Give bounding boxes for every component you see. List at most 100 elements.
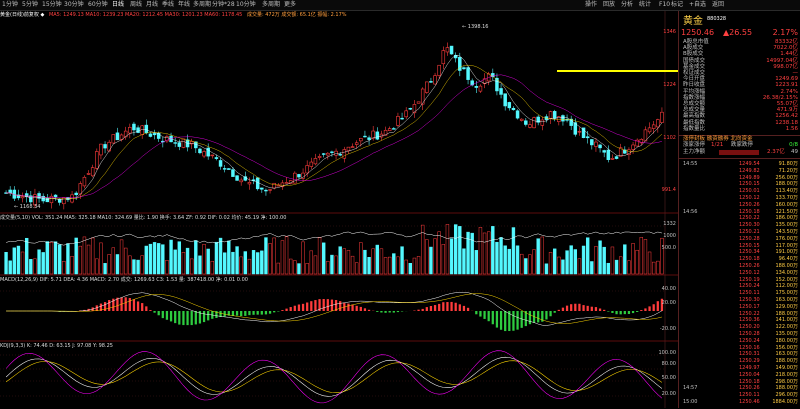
tab-multi-period[interactable]: 多周期 [193, 0, 211, 10]
volume-bar-down [614, 259, 619, 275]
toolbar-operate[interactable]: 操作 [585, 0, 597, 10]
stat-row: 昨日收盘 1223.91 [679, 82, 800, 88]
tick-volume: 180.00万 [775, 337, 799, 344]
candle-up [181, 138, 186, 148]
tab-daily[interactable]: 日线 [112, 0, 124, 10]
tab-weekly[interactable]: 周线 [130, 0, 142, 10]
tick-price: 1250.24 [739, 283, 760, 290]
tick-volume: 96.40万 [778, 256, 798, 263]
tab-10min[interactable]: 10分钟 [236, 0, 256, 10]
tick-volume: 113.40万 [775, 188, 799, 195]
volume-bar-up [49, 242, 54, 275]
top-toolbar: 1分钟 5分钟 15分钟 30分钟 60分钟 日线 周线 月线 季线 年线 多周… [0, 0, 800, 11]
candle-up [433, 75, 437, 85]
candle-up [425, 81, 429, 93]
chart-area[interactable]: 黄金(日线)前复权 ◆ MA5: 1249.13 MA10: 1239.23 M… [0, 11, 678, 408]
volume-bar-down [515, 245, 520, 275]
volume-ma-line [6, 231, 662, 246]
volume-bar-up [189, 258, 194, 275]
volume-bar-down [132, 259, 136, 275]
tick-price: 1250.34 [739, 249, 760, 256]
volume-bar-up [433, 238, 437, 275]
candle-up [284, 182, 289, 184]
tick-row: 1250.36 141.00万 [683, 317, 800, 323]
tick-volume: 135.00万 [775, 222, 799, 229]
tab-15min[interactable]: 15分钟 [42, 0, 62, 10]
candle-down [260, 187, 264, 190]
tab-monthly[interactable]: 月线 [146, 0, 158, 10]
candle-down [173, 142, 177, 144]
tab-60min[interactable]: 60分钟 [88, 0, 108, 10]
tab-30min[interactable]: 30分钟 [64, 0, 84, 10]
volume-bar-up [643, 239, 648, 275]
tab-more[interactable]: 更多 [284, 0, 296, 10]
kline-chart-svg[interactable]: ← 1398.16 ← 1168.34 1346 1224 1102 991.4 1332… [0, 11, 678, 408]
volume-bar-down [573, 249, 578, 275]
tick-price: 1250.16 [739, 344, 760, 351]
candle-up [326, 152, 330, 156]
toolbar-mark[interactable]: 标记 [671, 0, 683, 10]
toolbar-f10[interactable]: F10 [659, 0, 670, 10]
candle-up [309, 161, 314, 167]
tab-minute28[interactable]: 分钟*28 [212, 0, 235, 10]
candle-up [441, 50, 446, 65]
volume-bar-down [503, 245, 507, 275]
stat-value: 14997.04亿 [766, 57, 798, 64]
volume-bar-up [371, 248, 375, 275]
candle-up [107, 141, 111, 152]
tab-yearly[interactable]: 年线 [178, 0, 190, 10]
tick-price: 1250.22 [739, 215, 760, 222]
toolbar-analysis[interactable]: 分析 [621, 0, 633, 10]
candle-up [305, 165, 309, 174]
candle-down [408, 108, 413, 110]
tab-1min[interactable]: 1分钟 [2, 0, 18, 10]
volume-bar-up [268, 243, 272, 275]
candle-up [317, 156, 322, 158]
last-price: 1250.46 [681, 28, 715, 37]
tick-price: 1250.26 [739, 263, 760, 269]
tab-quarterly[interactable]: 季线 [162, 0, 174, 10]
tick-list[interactable]: 14:55 1249.54 91.80万 1249.82 71.20万 1249.89 25… [679, 158, 800, 409]
candle-up [140, 125, 144, 135]
volume-bar-up [95, 258, 99, 275]
candle-up [82, 176, 87, 187]
volume-bar-down [235, 246, 239, 275]
candle-down [602, 150, 606, 153]
candle-up [350, 146, 355, 148]
candle-down [198, 148, 202, 154]
tick-volume: 176.00万 [775, 235, 799, 242]
volume-bar-up [396, 256, 400, 275]
price-change: ▲26.55 [723, 28, 753, 37]
candle-up [78, 183, 83, 195]
toolbar-replay[interactable]: 回放 [603, 0, 615, 10]
volume-bar-down [243, 251, 248, 275]
volume-bar-down [251, 250, 256, 275]
volume-bar-down [623, 244, 627, 275]
volume-bar-up [639, 237, 644, 275]
tick-row: 1250.34 191.00万 [683, 249, 800, 255]
tick-volume: 188.00万 [775, 263, 799, 269]
toolbar-back[interactable]: 返回 [712, 0, 724, 10]
stat-value: 1249.69 [775, 76, 798, 83]
candle-up [128, 127, 132, 134]
volume-bar-down [330, 254, 334, 275]
candle-up [359, 138, 363, 142]
tab-5min[interactable]: 5分钟 [22, 0, 38, 10]
volume-bar-up [577, 258, 582, 275]
candle-down [511, 107, 516, 111]
tick-volume: 141.00万 [775, 317, 799, 324]
tick-price: 1250.18 [739, 378, 760, 385]
volume-bar-down [185, 247, 190, 275]
toolbar-add-watchlist[interactable]: +自选 [689, 0, 706, 10]
price-row: 1250.46 ▲26.55 2.17% [679, 28, 800, 38]
macd-axis-label: 40.00 [662, 286, 676, 292]
candle-down [565, 119, 569, 121]
volume-bar-down [53, 241, 58, 275]
tick-row: 1250.28 135.00万 [683, 331, 800, 337]
toolbar-stats[interactable]: 统计 [639, 0, 651, 10]
tick-row: 1250.24 180.00万 [683, 338, 800, 344]
kdj-axis-label: 20.00 [662, 391, 676, 397]
stat-label: 指数量比 [683, 125, 706, 132]
tab-multi-period-2[interactable]: 多周期 [262, 0, 280, 10]
candle-up [528, 124, 532, 128]
